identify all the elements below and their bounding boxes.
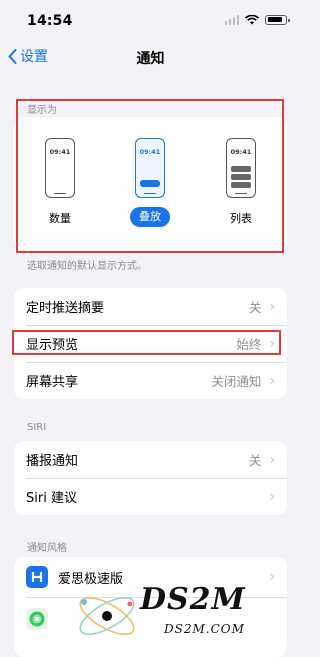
page-title: 通知 — [136, 51, 165, 67]
wifi-icon — [245, 15, 259, 25]
chevron-right-icon: › — [269, 488, 275, 505]
watermark-subtext: DS2M.COM — [164, 622, 245, 636]
row-announce-notifications[interactable]: 播报通知 关 › — [14, 441, 287, 478]
row-value: 关闭通知 — [211, 374, 262, 389]
row-siri-suggestions[interactable]: Siri 建议 › — [14, 478, 287, 515]
section-label-siri: SIRI — [27, 422, 47, 433]
chevron-right-icon: › — [269, 372, 275, 389]
row-label: Siri 建议 — [26, 491, 77, 506]
watermark: DS2M DS2M.COM — [72, 578, 301, 651]
navigation-bar: 设置 通知 — [0, 40, 301, 76]
find-my-app-icon — [26, 608, 48, 630]
section-footer-display-as: 选取通知的默认显示方式。 — [27, 261, 147, 272]
row-value: 关 — [248, 453, 262, 468]
chevron-right-icon: › — [269, 451, 275, 468]
row-label: 播报通知 — [26, 454, 79, 469]
status-icons — [224, 15, 290, 25]
watermark-text: DS2M — [140, 582, 246, 617]
battery-icon — [265, 15, 290, 25]
chevron-right-icon: › — [269, 298, 275, 315]
cellular-signal-icon — [224, 15, 239, 25]
row-screen-sharing[interactable]: 屏幕共享 关闭通知 › — [14, 362, 287, 399]
watermark-logo-icon — [79, 597, 135, 635]
status-time: 14:54 — [27, 13, 73, 29]
row-scheduled-summary[interactable]: 定时推送摘要 关 › — [14, 288, 287, 325]
status-bar: 14:54 — [0, 0, 301, 40]
aisi-app-icon — [26, 566, 48, 588]
annotation-highlight-display-as — [16, 99, 284, 253]
siri-settings-group: 播报通知 关 › Siri 建议 › — [14, 441, 287, 515]
annotation-highlight-show-previews — [12, 330, 281, 355]
row-label: 定时推送摘要 — [26, 301, 105, 316]
section-label-notification-style: 通知风格 — [27, 543, 67, 554]
row-label: 屏幕共享 — [26, 375, 79, 390]
row-value: 关 — [248, 300, 262, 315]
